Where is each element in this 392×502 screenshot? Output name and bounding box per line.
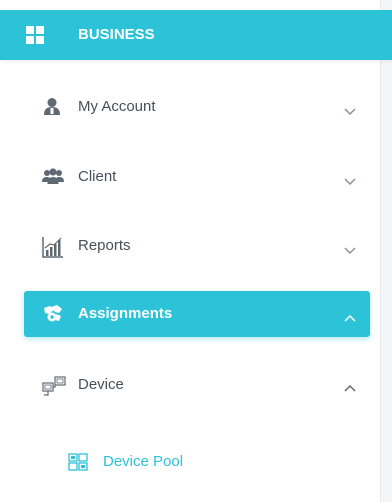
chevron-down-icon[interactable]	[344, 173, 356, 186]
sidebar-item-label: Reports	[78, 237, 131, 254]
sidebar-item-device[interactable]: Device	[24, 362, 370, 408]
content-edge	[380, 0, 392, 502]
sidebar-item-my-account[interactable]: My Account	[24, 84, 370, 130]
chevron-up-icon[interactable]	[344, 309, 356, 322]
sidebar-item-client[interactable]: Client	[24, 154, 370, 200]
users-icon	[42, 167, 64, 187]
sidebar-item-label: Client	[78, 168, 117, 185]
sidebar-item-label: Assignments	[78, 305, 173, 322]
chevron-down-icon[interactable]	[344, 242, 356, 255]
assignments-icon	[42, 304, 64, 324]
device-icon	[42, 375, 66, 396]
sidebar-header: BUSINESS	[0, 10, 392, 60]
grid-icon	[26, 26, 44, 44]
sidebar-item-reports[interactable]: Reports	[24, 223, 370, 269]
chevron-down-icon[interactable]	[344, 103, 356, 116]
sidebar-item-label: My Account	[78, 98, 156, 115]
user-icon	[42, 97, 64, 117]
bar-chart-icon	[42, 236, 64, 258]
sidebar-subitem-label: Device Pool	[103, 453, 184, 470]
sidebar-item-label: Device	[78, 376, 124, 393]
sidebar-title: BUSINESS	[78, 26, 155, 43]
chevron-up-icon[interactable]	[344, 379, 356, 392]
sidebar-item-assignments[interactable]: Assignments	[24, 291, 370, 337]
device-pool-icon	[68, 453, 88, 471]
